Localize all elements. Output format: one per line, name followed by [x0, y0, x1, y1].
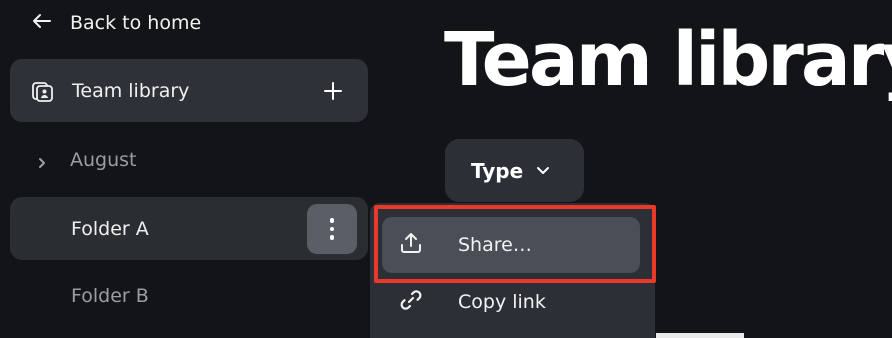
menu-item-label: Copy link: [458, 291, 546, 313]
menu-item-label: Share…: [458, 234, 532, 256]
chevron-down-icon: [535, 159, 551, 183]
dot-icon: [329, 226, 335, 232]
back-to-home-label: Back to home: [70, 12, 202, 34]
dot-icon: [329, 235, 335, 240]
page-title: Team library: [444, 17, 892, 103]
context-menu: Share… Copy link: [370, 203, 655, 338]
add-icon[interactable]: [322, 80, 344, 102]
chevron-right-icon[interactable]: [35, 153, 49, 168]
share-menu-item[interactable]: Share…: [382, 217, 640, 273]
sidebar-item-label: Folder B: [71, 284, 149, 307]
underlying-panel-edge: [656, 333, 744, 338]
copy-link-menu-item[interactable]: Copy link: [382, 274, 640, 330]
type-filter-button[interactable]: Type: [445, 139, 584, 202]
back-to-home-link[interactable]: Back to home: [30, 8, 201, 38]
library-icon: [30, 78, 56, 104]
sidebar-item-label: Team library: [72, 79, 190, 102]
arrow-left-icon: [30, 9, 54, 38]
sidebar-item-folder-a[interactable]: Folder A: [10, 197, 368, 260]
share-upload-icon: [398, 230, 458, 261]
sidebar-item-folder-b[interactable]: Folder B: [10, 264, 368, 327]
sidebar-item-label: August: [70, 148, 137, 171]
dot-icon: [329, 218, 335, 223]
link-icon: [398, 287, 458, 318]
sidebar-item-august[interactable]: August: [10, 128, 368, 191]
more-options-button[interactable]: [307, 204, 357, 254]
sidebar-item-team-library[interactable]: Team library: [10, 59, 368, 122]
sidebar-item-label: Folder A: [71, 217, 149, 240]
type-filter-label: Type: [471, 158, 524, 183]
